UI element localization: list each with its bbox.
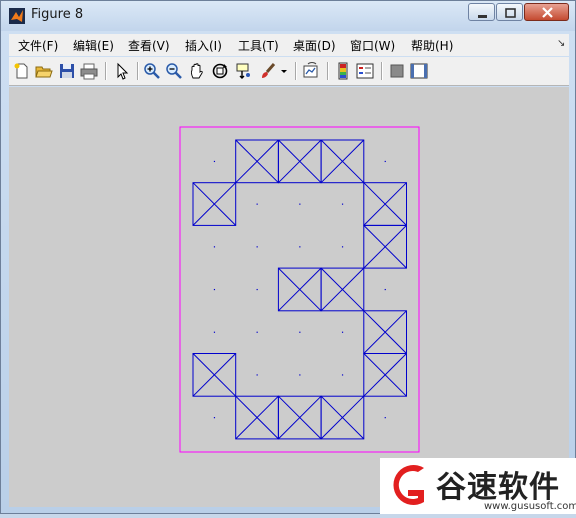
close-button[interactable] — [524, 3, 569, 21]
matlab-icon — [9, 8, 25, 24]
window-title: Figure 8 — [31, 7, 84, 22]
grid-dot — [299, 203, 301, 205]
menu-desktop[interactable]: 桌面(D) — [293, 37, 336, 54]
pointer-icon[interactable] — [113, 62, 131, 80]
hide-plot-tools-icon[interactable] — [388, 62, 406, 80]
filled-cell — [192, 353, 237, 397]
filled-cell — [235, 139, 279, 184]
grid-dot — [341, 203, 344, 205]
filled-cell — [235, 395, 279, 440]
open-file-icon[interactable] — [35, 62, 53, 80]
brush-dropdown-icon[interactable] — [279, 62, 289, 80]
grid-dot — [341, 246, 344, 248]
print-icon[interactable] — [80, 62, 98, 80]
grid-dot — [384, 288, 386, 291]
toolbar-separator — [137, 62, 139, 80]
legend-icon[interactable] — [356, 62, 374, 80]
pan-hand-icon[interactable] — [188, 62, 206, 80]
minimize-button[interactable] — [468, 3, 495, 21]
close-icon — [542, 7, 553, 18]
grid-dot — [341, 331, 344, 333]
title-bar[interactable]: Figure 8 — [1, 1, 575, 31]
grid-dot — [256, 203, 258, 205]
filled-cell — [363, 353, 407, 397]
new-figure-icon[interactable] — [13, 62, 31, 80]
brush-icon[interactable] — [259, 62, 277, 80]
filled-cell — [363, 224, 407, 269]
grid-dot — [213, 246, 216, 248]
rotate-3d-icon[interactable] — [211, 62, 229, 80]
watermark-text: 谷速软件 — [436, 470, 560, 505]
menu-insert[interactable]: 插入(I) — [185, 37, 222, 54]
menu-window[interactable]: 窗口(W) — [350, 37, 395, 54]
filled-cell — [320, 395, 365, 440]
filled-cell — [363, 182, 407, 226]
minimize-icon — [478, 15, 487, 18]
zoom-out-icon[interactable] — [165, 62, 183, 80]
figure-canvas[interactable] — [9, 87, 569, 507]
plot-canvas — [179, 126, 420, 453]
grid-dot — [256, 374, 258, 376]
menu-edit[interactable]: 编辑(E) — [73, 37, 114, 54]
grid-dot — [256, 246, 258, 248]
filled-cell — [363, 310, 407, 355]
grid-dot — [299, 331, 301, 333]
grid-dot — [213, 288, 216, 291]
zoom-in-icon[interactable] — [143, 62, 161, 80]
grid-dot — [384, 160, 386, 163]
grid-dot — [384, 417, 386, 419]
menu-tools[interactable]: 工具(T) — [238, 37, 279, 54]
filled-cell — [277, 267, 322, 312]
filled-cell — [277, 139, 322, 184]
maximize-icon — [505, 8, 516, 18]
watermark-url: www.gususoft.com — [484, 501, 576, 512]
figure-toolbar — [9, 57, 569, 86]
link-plot-icon[interactable] — [302, 62, 320, 80]
menu-view[interactable]: 查看(V) — [128, 37, 170, 54]
filled-cell — [192, 182, 237, 226]
grid-dot — [213, 417, 216, 419]
grid-dot — [299, 246, 301, 248]
data-cursor-icon[interactable] — [235, 62, 253, 80]
figure-window: Figure 8 文件(F) 编辑(E) 查看(V) 插入(I) 工具(T) 桌… — [0, 0, 576, 514]
toolbar-separator — [327, 62, 329, 80]
filled-cell — [320, 139, 365, 184]
filled-cell — [320, 267, 365, 312]
grid-dot — [213, 160, 216, 163]
watermark: 谷速软件 www.gususoft.com — [380, 458, 576, 514]
toolbar-separator — [381, 62, 383, 80]
show-plot-tools-icon[interactable] — [410, 62, 428, 80]
toolbar-separator — [105, 62, 107, 80]
colorbar-icon[interactable] — [334, 62, 352, 80]
menu-file[interactable]: 文件(F) — [18, 37, 58, 54]
maximize-button[interactable] — [496, 3, 523, 21]
grid-dot — [256, 331, 258, 333]
save-icon[interactable] — [58, 62, 76, 80]
toolbar-separator — [295, 62, 297, 80]
menu-bar: 文件(F) 编辑(E) 查看(V) 插入(I) 工具(T) 桌面(D) 窗口(W… — [9, 34, 569, 56]
filled-cell — [277, 395, 322, 440]
grid-dot — [341, 374, 344, 376]
grid-dot — [256, 288, 258, 291]
menu-help[interactable]: 帮助(H) — [411, 37, 453, 54]
grid-dot — [299, 374, 301, 376]
grid-dot — [213, 331, 216, 333]
menu-overflow-icon[interactable]: ↘ — [557, 38, 565, 49]
